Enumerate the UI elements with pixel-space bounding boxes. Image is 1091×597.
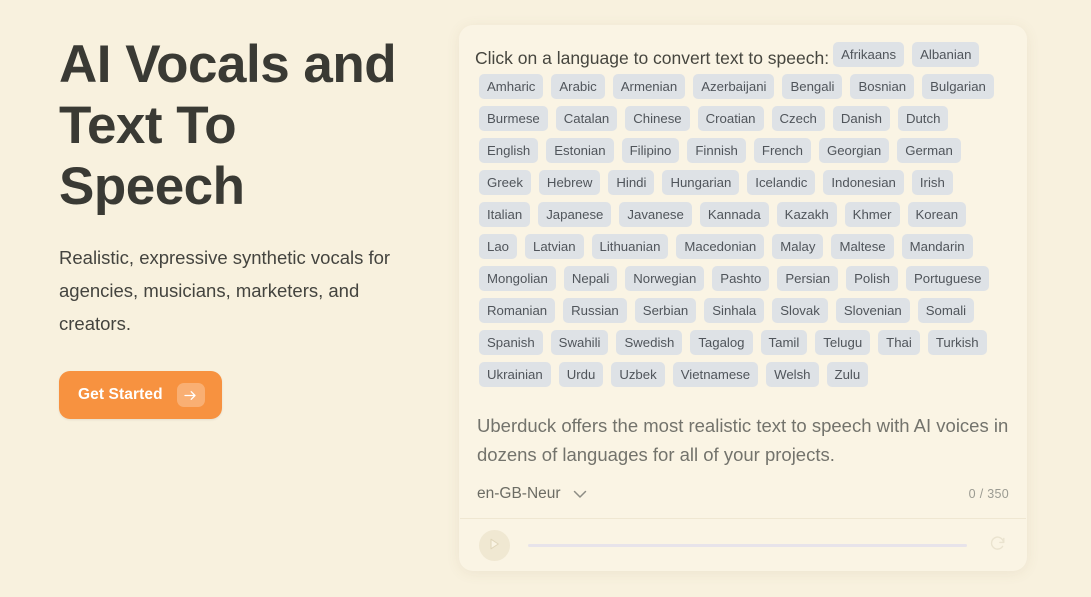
language-chip[interactable]: German bbox=[897, 138, 961, 163]
language-chip[interactable]: Nepali bbox=[563, 266, 618, 291]
language-chip[interactable]: Greek bbox=[479, 170, 531, 195]
page-title: AI Vocals and Text To Speech bbox=[59, 35, 397, 216]
language-chip[interactable]: Croatian bbox=[697, 106, 764, 131]
language-chip[interactable]: Filipino bbox=[621, 138, 680, 163]
language-chip[interactable]: Czech bbox=[771, 106, 825, 131]
language-chip[interactable]: Hindi bbox=[608, 170, 655, 195]
language-chip[interactable]: Sinhala bbox=[704, 298, 765, 323]
play-button[interactable] bbox=[479, 529, 510, 561]
voice-select-dropdown[interactable]: en-GB-Neur bbox=[477, 485, 587, 503]
language-chip[interactable]: Lithuanian bbox=[591, 234, 669, 259]
language-chip[interactable]: Slovak bbox=[772, 298, 828, 323]
refresh-button[interactable] bbox=[985, 533, 1009, 557]
language-chip[interactable]: Maltese bbox=[831, 234, 894, 259]
hero-section: AI Vocals and Text To Speech Realistic, … bbox=[59, 34, 439, 419]
get-started-button[interactable]: Get Started bbox=[59, 371, 222, 419]
language-chip[interactable]: Macedonian bbox=[676, 234, 765, 259]
language-chip[interactable]: Khmer bbox=[844, 202, 900, 227]
language-chip[interactable]: Malay bbox=[772, 234, 824, 259]
language-chip[interactable]: Indonesian bbox=[823, 170, 904, 195]
language-chip[interactable]: Kazakh bbox=[776, 202, 837, 227]
language-chip[interactable]: Albanian bbox=[912, 42, 980, 67]
language-chip[interactable]: Dutch bbox=[897, 106, 949, 131]
language-chip[interactable]: Romanian bbox=[479, 298, 556, 323]
language-picker: Click on a language to convert text to s… bbox=[475, 42, 1011, 394]
language-chip[interactable]: Japanese bbox=[538, 202, 612, 227]
language-chip[interactable]: Italian bbox=[479, 202, 531, 227]
language-chip[interactable]: Somali bbox=[917, 298, 975, 323]
chevron-down-icon bbox=[573, 487, 587, 502]
language-chip[interactable]: Hungarian bbox=[662, 170, 740, 195]
language-chip[interactable]: Mandarin bbox=[901, 234, 973, 259]
hero-subtitle: Realistic, expressive synthetic vocals f… bbox=[59, 247, 391, 334]
language-chip[interactable]: Icelandic bbox=[747, 170, 816, 195]
language-chip[interactable]: Estonian bbox=[546, 138, 614, 163]
language-chip[interactable]: Javanese bbox=[619, 202, 692, 227]
language-chip[interactable]: Arabic bbox=[551, 74, 605, 99]
get-started-label: Get Started bbox=[78, 386, 163, 403]
language-chip[interactable]: Korean bbox=[907, 202, 967, 227]
language-chip[interactable]: Bosnian bbox=[850, 74, 915, 99]
language-chip[interactable]: Burmese bbox=[479, 106, 548, 131]
language-prompt: Click on a language to convert text to s… bbox=[475, 48, 830, 68]
language-chip[interactable]: Pashto bbox=[712, 266, 770, 291]
language-chip[interactable]: Portuguese bbox=[906, 266, 990, 291]
language-chip[interactable]: Bulgarian bbox=[922, 74, 994, 99]
language-chip[interactable]: Irish bbox=[911, 170, 953, 195]
audio-player bbox=[459, 519, 1027, 571]
language-chip[interactable]: Russian bbox=[563, 298, 627, 323]
language-chip[interactable]: Latvian bbox=[525, 234, 584, 259]
playback-progress-slider[interactable] bbox=[528, 543, 967, 547]
language-chip[interactable]: Lao bbox=[479, 234, 518, 259]
language-chip[interactable]: Mongolian bbox=[479, 266, 556, 291]
language-chip[interactable]: Bengali bbox=[782, 74, 843, 99]
language-chip[interactable]: Norwegian bbox=[625, 266, 705, 291]
language-chip[interactable]: Hebrew bbox=[538, 170, 601, 195]
language-chip[interactable]: Catalan bbox=[555, 106, 618, 131]
tts-card-body: Click on a language to convert text to s… bbox=[459, 25, 1027, 470]
language-chip[interactable]: Chinese bbox=[625, 106, 690, 131]
language-chip[interactable]: Serbian bbox=[634, 298, 697, 323]
language-chip[interactable]: Armenian bbox=[612, 74, 686, 99]
tts-card-meta: en-GB-Neur 0 / 350 bbox=[459, 470, 1027, 518]
refresh-icon bbox=[989, 535, 1006, 555]
language-chip[interactable]: Polish bbox=[846, 266, 898, 291]
language-chip[interactable]: Afrikaans bbox=[833, 42, 905, 67]
language-chip[interactable]: Azerbaijani bbox=[693, 74, 775, 99]
language-chip[interactable]: Georgian bbox=[818, 138, 890, 163]
tts-textarea[interactable] bbox=[475, 345, 1011, 465]
play-icon bbox=[489, 538, 500, 553]
language-chip[interactable]: English bbox=[479, 138, 539, 163]
voice-select-value: en-GB-Neur bbox=[477, 485, 561, 502]
character-counter: 0 / 350 bbox=[968, 487, 1009, 501]
language-chip[interactable]: Finnish bbox=[687, 138, 746, 163]
language-chip[interactable]: Amharic bbox=[479, 74, 544, 99]
landing-page: AI Vocals and Text To Speech Realistic, … bbox=[0, 0, 1091, 597]
language-chip[interactable]: Kannada bbox=[699, 202, 769, 227]
language-chip[interactable]: Slovenian bbox=[835, 298, 910, 323]
language-chip[interactable]: French bbox=[753, 138, 811, 163]
tts-widget-card: Click on a language to convert text to s… bbox=[459, 25, 1027, 571]
language-chip[interactable]: Danish bbox=[832, 106, 890, 131]
language-chip[interactable]: Persian bbox=[777, 266, 839, 291]
arrow-right-icon bbox=[176, 383, 205, 407]
